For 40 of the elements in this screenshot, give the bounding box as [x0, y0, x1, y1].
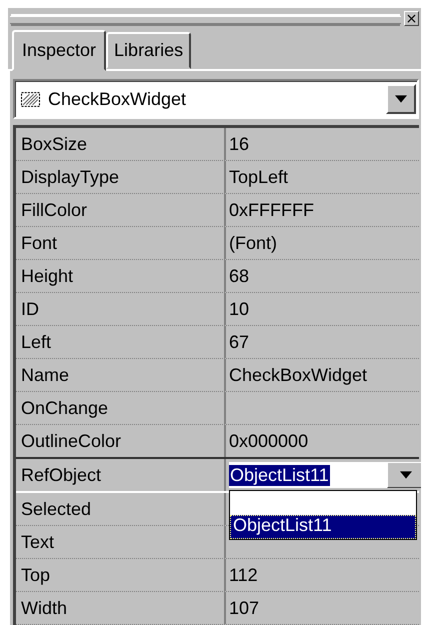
- property-name: RefObject: [20, 464, 102, 487]
- property-name: Left: [20, 330, 52, 354]
- property-name: Selected: [20, 498, 92, 520]
- tab[interactable]: Libraries: [106, 32, 192, 69]
- property-name: DisplayType: [20, 166, 120, 189]
- property-name: Font: [20, 232, 58, 254]
- tab[interactable]: Inspector: [12, 30, 106, 71]
- caret-icon: [400, 471, 412, 479]
- dropdown-button[interactable]: [386, 84, 416, 114]
- property-value: TopLeft: [229, 166, 288, 188]
- property-value: 112: [229, 564, 258, 586]
- property-value: 107: [229, 598, 260, 618]
- hatched-box-icon: [21, 92, 40, 106]
- property-value: 68: [229, 266, 250, 286]
- property-value: 10: [229, 298, 250, 320]
- close-button[interactable]: ×: [404, 11, 419, 26]
- dropdown-button[interactable]: [387, 462, 421, 488]
- property-name: Width: [20, 596, 68, 620]
- grip-handle[interactable]: [10, 16, 401, 24]
- property-name: FillColor: [20, 198, 88, 222]
- value-dropdown[interactable]: ObjectList11: [229, 462, 421, 488]
- property-name: OutlineColor: [20, 430, 122, 452]
- property-name: Top: [20, 564, 52, 587]
- list-item[interactable]: ObjectList11: [230, 515, 416, 539]
- property-value: 0xFFFFFF: [229, 200, 314, 220]
- dropdown-value-text: ObjectList11: [229, 464, 330, 486]
- property-value: 67: [229, 332, 250, 352]
- caret-icon: [395, 95, 407, 103]
- selected-object-text: CheckBoxWidget: [48, 88, 188, 110]
- property-value: (Font): [229, 232, 278, 254]
- property-value: CheckBoxWidget: [229, 364, 368, 386]
- property-name: Text: [20, 530, 56, 554]
- property-name: Name: [20, 364, 70, 386]
- property-name: Height: [20, 264, 74, 288]
- object-selector[interactable]: CheckBoxWidget: [13, 79, 419, 119]
- property-value: 0x000000: [229, 430, 308, 452]
- property-value: 16: [229, 134, 250, 154]
- property-name: OnChange: [20, 396, 110, 420]
- property-name: ID: [20, 298, 40, 320]
- property-name: BoxSize: [20, 132, 88, 156]
